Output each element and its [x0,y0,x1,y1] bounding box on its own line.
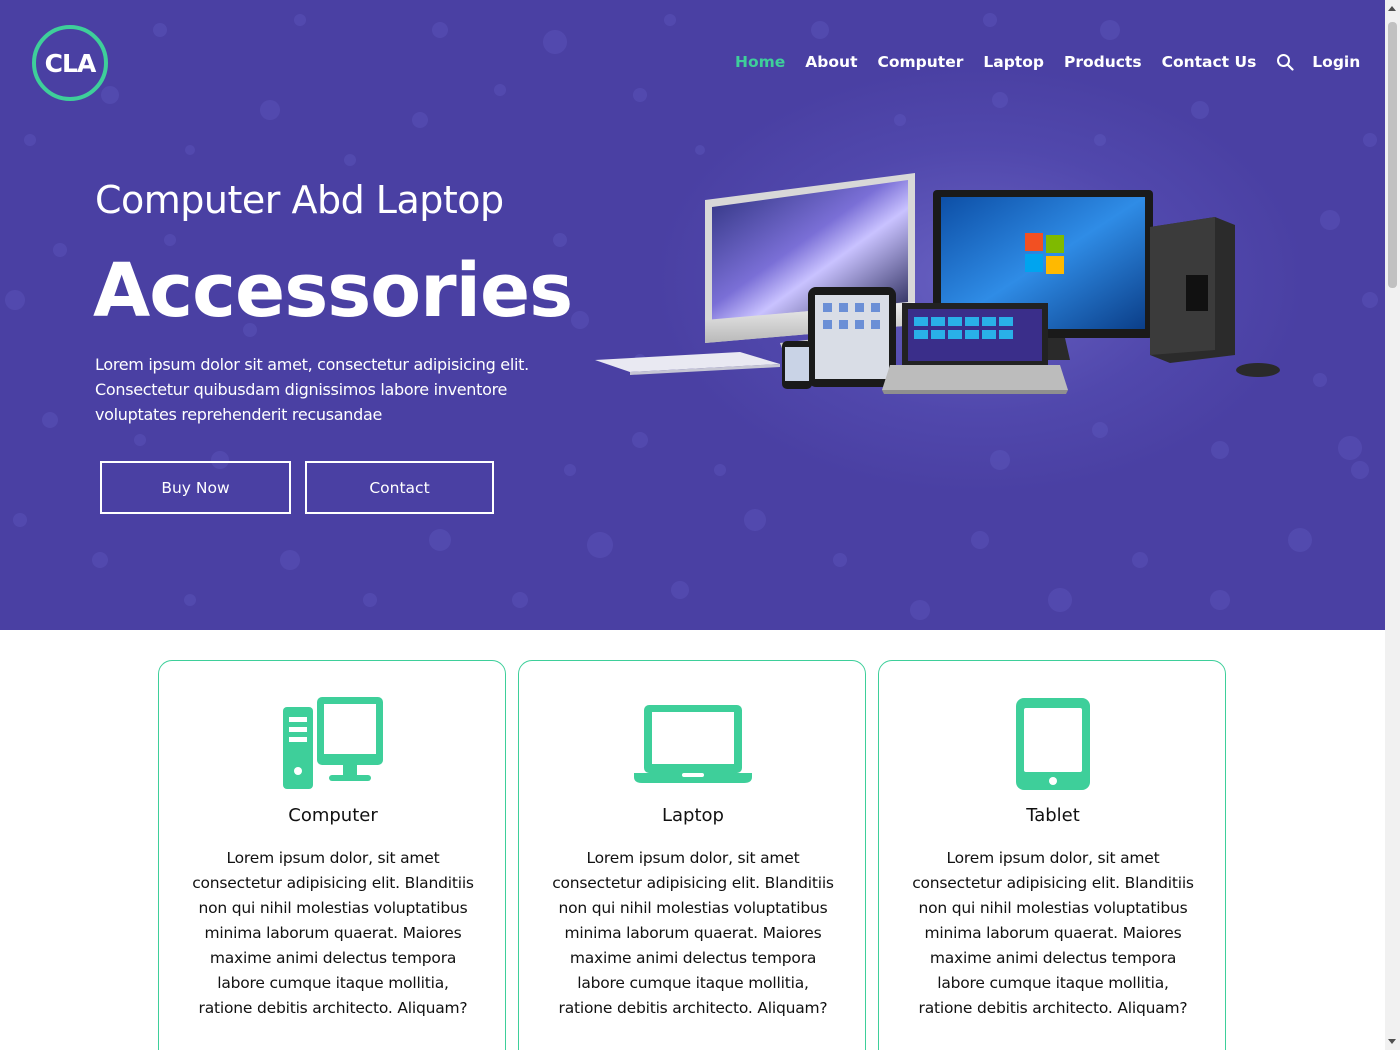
contact-button[interactable]: Contact [305,461,494,514]
category-card-laptop: Laptop Lorem ipsum dolor, sit amet conse… [518,660,866,1050]
card-text: Lorem ipsum dolor, sit amet consectetur … [912,849,1194,1017]
buy-now-button[interactable]: Buy Now [100,461,291,514]
category-cards: Computer Lorem ipsum dolor, sit amet con… [158,660,1228,1050]
nav-item-about[interactable]: About [805,53,857,71]
card-title: Computer [288,805,378,826]
login-link[interactable]: Login [1312,53,1360,71]
search-icon[interactable] [1276,53,1294,71]
nav-item-laptop[interactable]: Laptop [983,53,1044,71]
brand-logo[interactable]: CLA [32,25,108,101]
scroll-up-arrow-icon[interactable] [1388,6,1396,11]
page: CLA Home About Computer Laptop Products … [0,0,1385,1050]
hero-description: Lorem ipsum dolor sit amet, consectetur … [95,355,529,424]
nav-item-computer[interactable]: Computer [877,53,963,71]
page-scrollbar[interactable] [1385,0,1400,1050]
scroll-down-arrow-icon[interactable] [1388,1039,1396,1044]
main-navigation: Home About Computer Laptop Products Cont… [735,50,1360,74]
desktop-computer-icon [283,697,383,789]
hero-title: Accessories [93,248,573,334]
card-text: Lorem ipsum dolor, sit amet consectetur … [192,849,474,1017]
category-card-computer: Computer Lorem ipsum dolor, sit amet con… [158,660,506,1050]
nav-item-home[interactable]: Home [735,53,785,71]
card-title: Laptop [662,805,724,826]
nav-item-contact-us[interactable]: Contact Us [1162,53,1257,71]
hero-devices-image [595,173,1280,394]
hero-subtitle: Computer Abd Laptop [95,178,504,222]
card-text: Lorem ipsum dolor, sit amet consectetur … [552,849,834,1017]
nav-item-products[interactable]: Products [1064,53,1142,71]
hero-section: CLA Home About Computer Laptop Products … [0,0,1385,630]
card-title: Tablet [1026,805,1080,826]
tablet-icon [1016,698,1090,790]
category-card-tablet: Tablet Lorem ipsum dolor, sit amet conse… [878,660,1226,1050]
laptop-icon [634,705,752,783]
scrollbar-thumb[interactable] [1388,22,1397,288]
brand-logo-text: CLA [44,48,97,78]
